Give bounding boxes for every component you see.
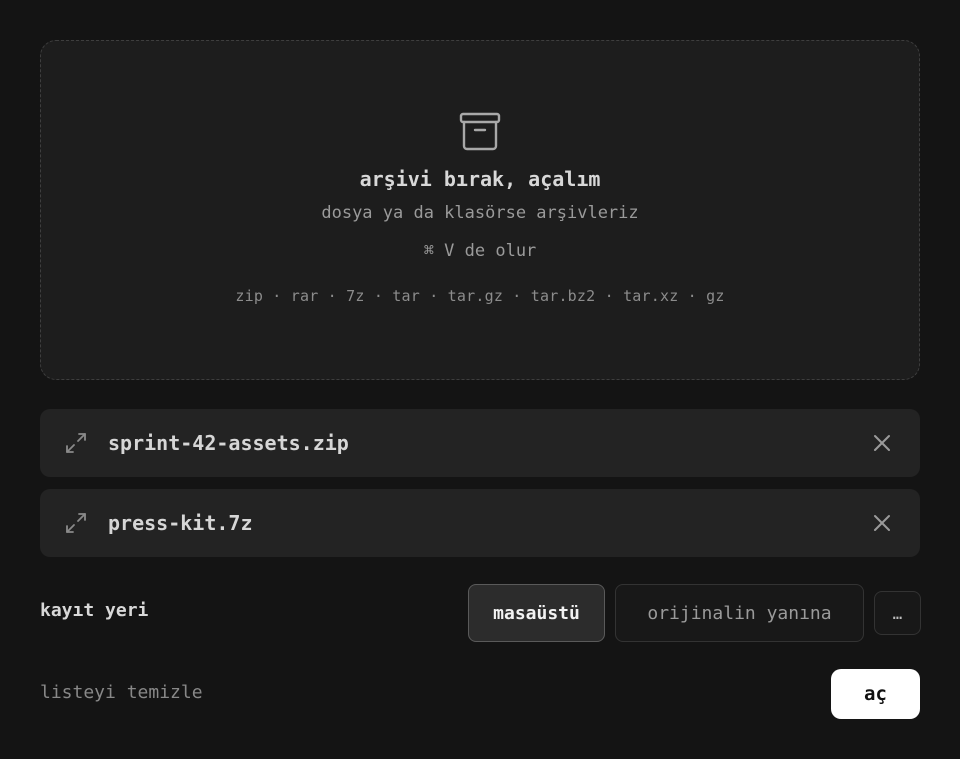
archive-dropzone[interactable]: arşivi bırak, açalım dosya ya da klasörs… xyxy=(40,40,920,380)
close-icon[interactable] xyxy=(872,433,892,453)
archive-box-icon xyxy=(459,112,501,151)
expand-arrows-icon[interactable] xyxy=(64,511,88,535)
save-location-label: kayıt yeri xyxy=(40,600,149,621)
dropzone-subtitle: dosya ya da klasörse arşivleriz xyxy=(321,203,639,223)
file-name: press-kit.7z xyxy=(108,511,253,535)
expand-arrows-icon[interactable] xyxy=(64,431,88,455)
save-option-desktop[interactable]: masaüstü xyxy=(468,584,605,642)
file-row: press-kit.7z xyxy=(40,489,920,557)
file-name: sprint-42-assets.zip xyxy=(108,431,349,455)
paste-hint: ⌘ V de olur xyxy=(423,241,537,261)
close-icon[interactable] xyxy=(872,513,892,533)
more-options-button[interactable]: … xyxy=(874,591,921,635)
supported-formats: zip · rar · 7z · tar · tar.gz · tar.bz2 … xyxy=(235,287,725,305)
dropzone-title: arşivi bırak, açalım xyxy=(359,167,601,191)
save-option-beside-original[interactable]: orijinalin yanına xyxy=(615,584,864,642)
file-row: sprint-42-assets.zip xyxy=(40,409,920,477)
app-window: arşivi bırak, açalım dosya ya da klasörs… xyxy=(0,0,960,759)
clear-list-button[interactable]: listeyi temizle xyxy=(40,682,203,703)
open-button[interactable]: aç xyxy=(831,669,920,719)
